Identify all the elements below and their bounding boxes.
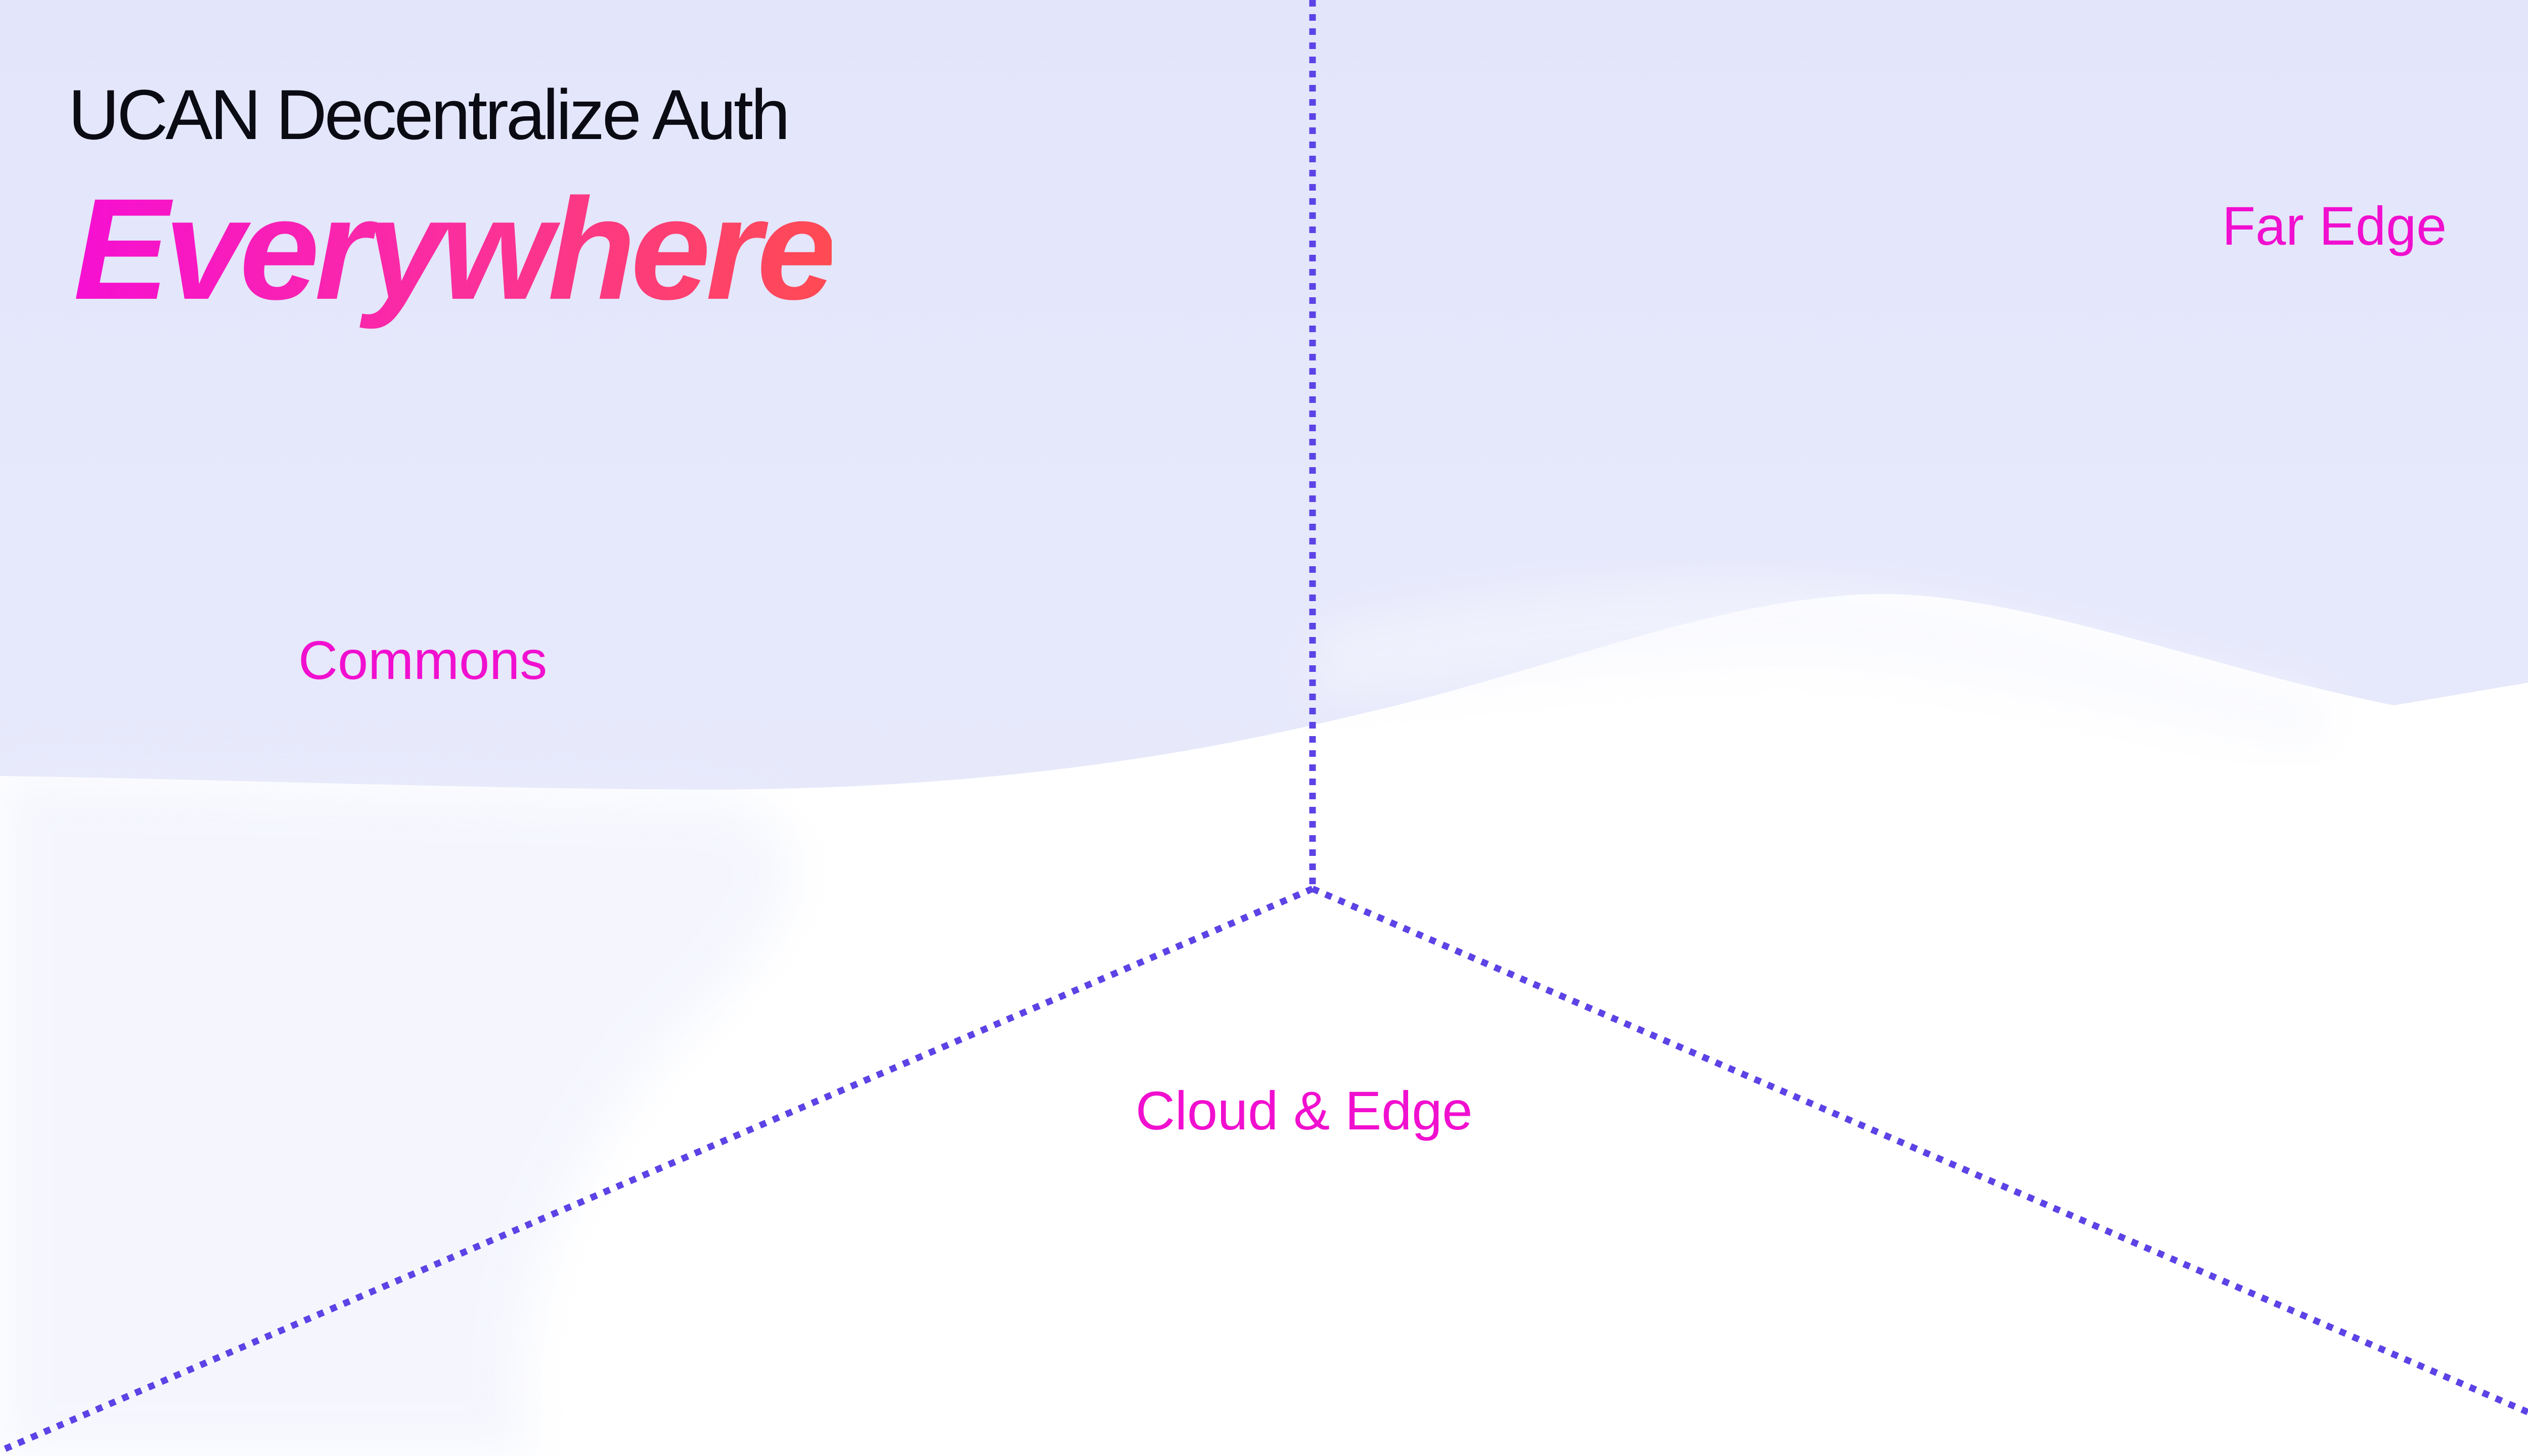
slide-headline: Everywhere [73, 167, 837, 333]
slide: UCAN Decentralize Auth Everywhere Common… [0, 0, 2528, 1456]
slide-subtitle: UCAN Decentralize Auth [68, 75, 790, 154]
zone-label-far-edge: Far Edge [2222, 195, 2447, 256]
zone-label-cloud-edge: Cloud & Edge [1136, 1080, 1473, 1141]
zone-label-commons: Commons [298, 629, 548, 691]
